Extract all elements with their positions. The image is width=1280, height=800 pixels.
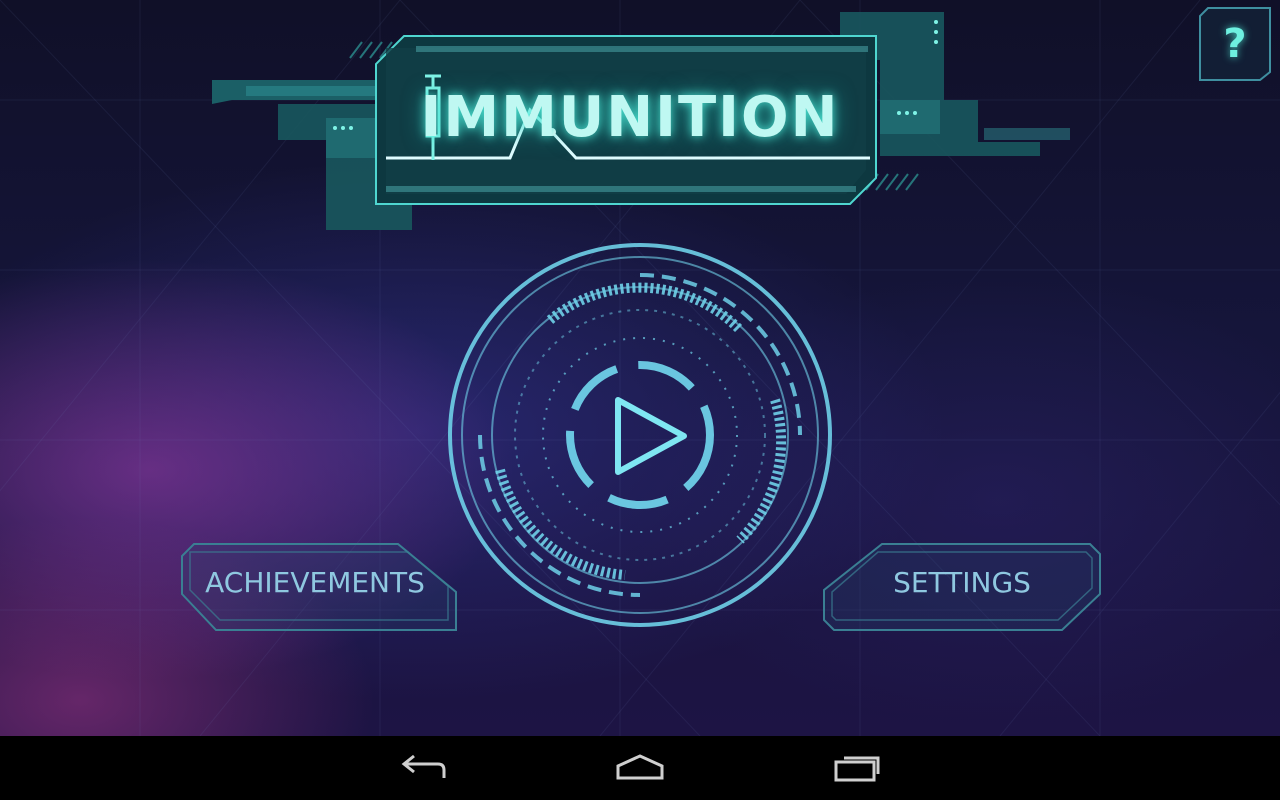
settings-button[interactable]: SETTINGS [822,542,1102,634]
play-icon [615,397,687,475]
back-button[interactable] [392,750,456,786]
achievements-button[interactable]: ACHIEVEMENTS [180,542,458,634]
recent-apps-icon [834,756,880,782]
home-button[interactable] [608,750,672,786]
system-navigation-bar [0,736,1280,800]
play-button[interactable] [440,240,840,640]
game-screen: IMMUNITION ? ACHIEVEMENTS SETTINGS [0,0,1280,736]
recent-apps-button[interactable] [828,750,892,786]
achievements-label: ACHIEVEMENTS [205,566,425,599]
help-button[interactable]: ? [1198,6,1272,82]
home-icon [616,754,664,780]
back-arrow-icon [401,754,446,778]
game-title: IMMUNITION [420,85,840,150]
settings-label: SETTINGS [893,566,1031,599]
question-mark-icon: ? [1223,21,1247,67]
